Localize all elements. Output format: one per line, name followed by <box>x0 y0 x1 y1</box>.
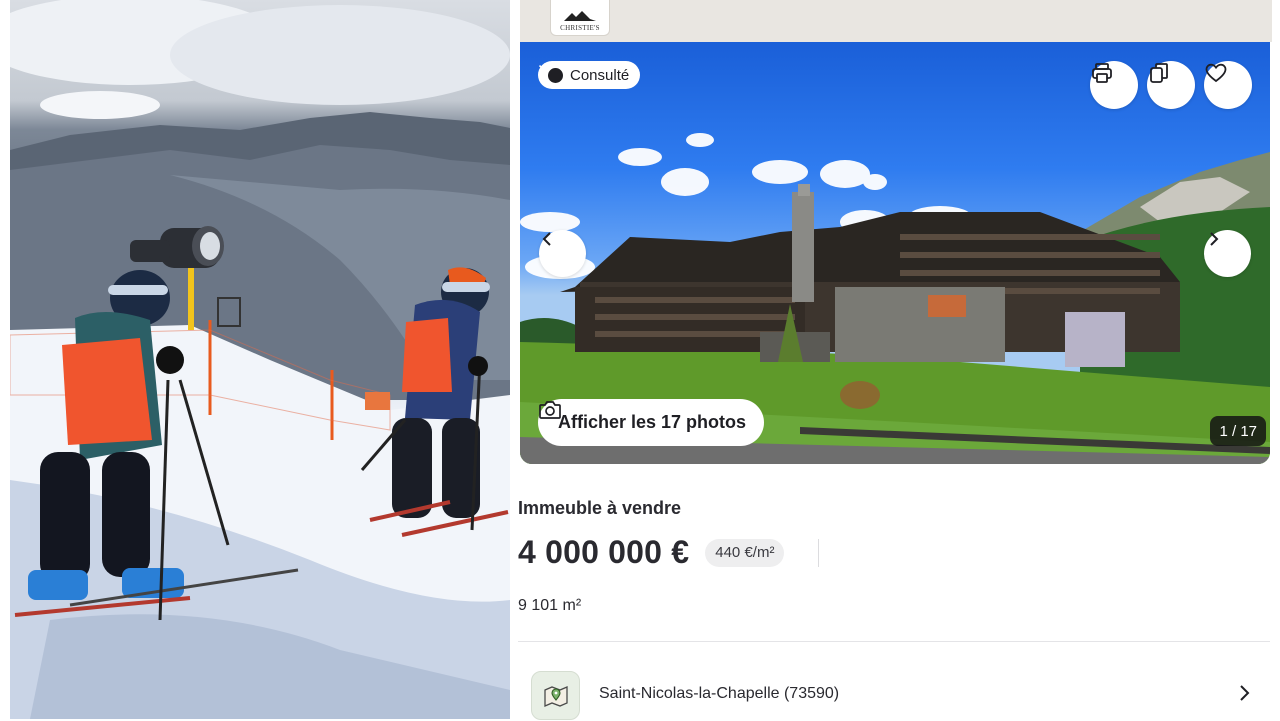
ski-photo-illustration <box>10 0 510 719</box>
property-type: Immeuble à vendre <box>518 498 682 518</box>
location-row[interactable]: Saint-Nicolas-la-Chapelle (73590) <box>518 665 1270 721</box>
agency-bar: CHRISTIE'S <box>520 0 1272 42</box>
agency-logo[interactable]: CHRISTIE'S <box>550 0 610 36</box>
chevron-left-icon <box>542 232 551 246</box>
section-divider <box>518 641 1270 642</box>
ski-photo <box>10 0 510 719</box>
price-divider <box>818 538 820 567</box>
price-row: 4 000 000 € 440 €/m² <box>518 534 820 571</box>
viewed-badge: Consulté <box>538 61 641 89</box>
mountain-logo-icon <box>564 11 596 21</box>
photo-counter: 1 / 17 <box>1210 416 1266 446</box>
surface-area: 9 101 m² <box>518 597 582 614</box>
listing-panel: CHRISTIE'S Consulté Afficher les 17 phot… <box>518 0 1272 721</box>
camera-icon <box>539 401 561 419</box>
print-icon <box>1092 63 1112 83</box>
map-thumbnail <box>531 671 580 720</box>
show-photos-label: Afficher les 17 photos <box>558 412 747 432</box>
check-circle-icon <box>538 62 563 83</box>
price: 4 000 000 € <box>518 534 690 570</box>
location-label: Saint-Nicolas-la-Chapelle (73590) <box>599 685 840 702</box>
agency-logo-text: CHRISTIE'S <box>560 24 600 32</box>
copy-icon <box>1150 63 1168 83</box>
next-photo-button[interactable] <box>1204 230 1251 277</box>
map-pin-icon <box>543 685 568 707</box>
heart-icon <box>1205 63 1227 83</box>
show-photos-button[interactable]: Afficher les 17 photos <box>538 399 765 446</box>
copy-button[interactable] <box>1147 61 1195 109</box>
print-button[interactable] <box>1090 61 1138 109</box>
chevron-right-icon <box>1210 232 1219 246</box>
previous-photo-button[interactable] <box>539 230 586 277</box>
photo-gallery[interactable]: Consulté Afficher les 17 photos 1 / 17 <box>520 42 1270 464</box>
price-per-m2-badge: 440 €/m² <box>705 538 785 567</box>
viewed-badge-label: Consulté <box>570 66 630 84</box>
chevron-right-icon <box>1240 685 1250 701</box>
favorite-button[interactable] <box>1204 61 1252 109</box>
